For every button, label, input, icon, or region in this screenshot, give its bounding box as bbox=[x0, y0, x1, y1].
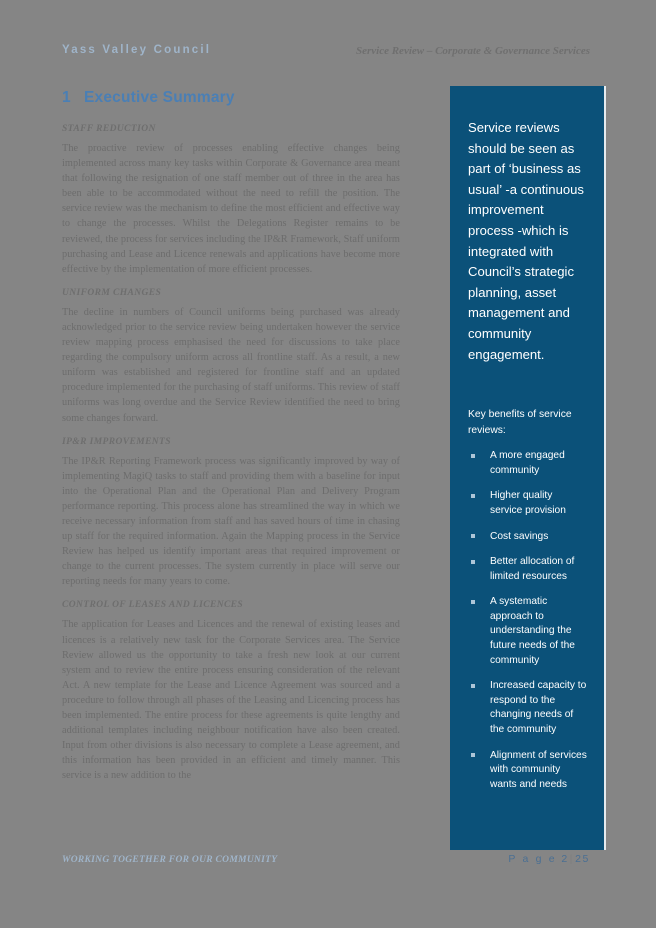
square-bullet-icon bbox=[471, 599, 475, 604]
list-item-label: Cost savings bbox=[490, 530, 549, 542]
list-item: Increased capacity to respond to the cha… bbox=[468, 679, 587, 737]
square-bullet-icon bbox=[471, 683, 475, 688]
page-label: P a g e bbox=[508, 853, 557, 865]
section-paragraph: The decline in numbers of Council unifor… bbox=[62, 306, 400, 424]
list-item: Cost savings bbox=[468, 530, 587, 545]
list-item: Alignment of services with community wan… bbox=[468, 749, 587, 793]
square-bullet-icon bbox=[471, 559, 475, 564]
list-item-label: Increased capacity to respond to the cha… bbox=[490, 680, 587, 736]
sidebar-quote-text: Service reviews should be seen as part o… bbox=[468, 120, 584, 362]
list-item: A more engaged community bbox=[468, 449, 587, 478]
header-organisation: Yass Valley Council bbox=[62, 44, 212, 56]
sidebar-pullquote-panel: Service reviews should be seen as part o… bbox=[450, 86, 606, 850]
section-heading: CONTROL OF LEASES AND LICENCES bbox=[62, 600, 244, 611]
header-document-title: Service Review – Corporate & Governance … bbox=[355, 45, 590, 57]
page-total: 25 bbox=[575, 853, 590, 865]
main-body-column: STAFF REDUCTION The proactive review of … bbox=[62, 124, 400, 830]
list-item-label: A more engaged community bbox=[490, 450, 565, 476]
square-bullet-icon bbox=[471, 753, 475, 758]
page-title-number: 1 bbox=[62, 89, 71, 106]
square-bullet-icon bbox=[471, 493, 475, 498]
section-ipr-improvements: IP&R IMPROVEMENTS The IP&R Reporting Fra… bbox=[62, 437, 400, 590]
page-footer: Working together for our community P a g… bbox=[62, 853, 590, 865]
document-page: Yass Valley Council Service Review – Cor… bbox=[0, 0, 656, 928]
page-current: 2 bbox=[561, 853, 569, 865]
square-bullet-icon bbox=[471, 453, 475, 458]
page-title-text: Executive Summary bbox=[84, 89, 235, 106]
square-bullet-icon bbox=[471, 534, 475, 538]
section-paragraph: The IP&R Reporting Framework process was… bbox=[62, 455, 400, 588]
section-paragraph: The proactive review of processes enabli… bbox=[62, 143, 400, 275]
list-item-label: Higher quality service provision bbox=[490, 490, 566, 516]
list-item-label: A systematic approach to understanding t… bbox=[490, 596, 575, 666]
section-heading: STAFF REDUCTION bbox=[62, 124, 156, 134]
list-item-label: Better allocation of limited resources bbox=[490, 556, 575, 582]
sidebar-benefits-list: A more engaged community Higher quality … bbox=[468, 449, 587, 792]
page-title: 1 Executive Summary bbox=[62, 89, 235, 107]
footer-tagline: Working together for our community bbox=[62, 855, 278, 865]
list-item: Better allocation of limited resources bbox=[468, 555, 587, 584]
list-item: A systematic approach to understanding t… bbox=[468, 595, 587, 668]
list-item-label: Alignment of services with community wan… bbox=[490, 749, 587, 790]
list-item: Higher quality service provision bbox=[468, 489, 587, 518]
section-heading: UNIFORM CHANGES bbox=[62, 287, 162, 298]
section-heading: IP&R IMPROVEMENTS bbox=[62, 436, 171, 447]
page-header: Yass Valley Council Service Review – Cor… bbox=[62, 44, 590, 66]
section-uniform-changes: UNIFORM CHANGES The decline in numbers o… bbox=[62, 288, 400, 426]
section-staff-reduction: STAFF REDUCTION The proactive review of … bbox=[62, 124, 400, 277]
section-paragraph: The application for Leases and Licences … bbox=[62, 619, 400, 782]
footer-page-number: P a g e 2|25 bbox=[508, 853, 590, 865]
section-control-of-leases-and-licences: CONTROL OF LEASES AND LICENCES The appli… bbox=[62, 600, 400, 783]
sidebar-benefits-title: Key benefits of service reviews: bbox=[468, 409, 572, 436]
